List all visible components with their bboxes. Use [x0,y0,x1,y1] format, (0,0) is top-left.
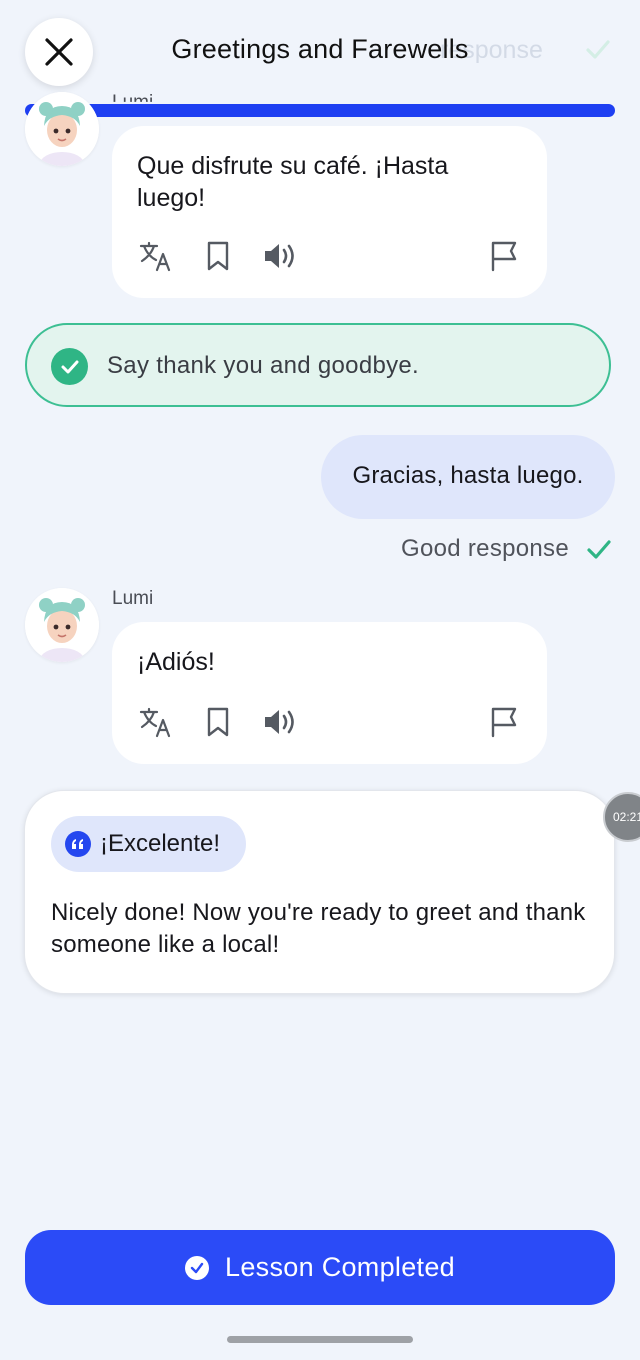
check-circle-icon [185,1255,210,1280]
translate-button[interactable] [136,702,176,742]
task-card: Say thank you and goodbye. [25,323,611,407]
lumi-avatar [25,92,99,166]
lesson-completed-label: Lesson Completed [225,1252,455,1282]
bookmark-button[interactable] [198,702,238,742]
quote-bubble-icon [65,831,91,857]
flag-icon [491,241,517,272]
lumi-avatar-icon [25,588,99,662]
user-message-text: Gracias, hasta luego. [352,462,584,489]
task-complete-icon [51,348,88,385]
check-icon [587,540,611,559]
user-message-bubble: Gracias, hasta luego. [321,435,615,519]
bookmark-button[interactable] [198,236,238,276]
translate-icon [139,241,171,272]
feedback-card: ¡Excelente! Nicely done! Now you're read… [24,790,615,994]
lesson-progress-bar [25,104,615,117]
bot-message-text: Que disfrute su café. ¡Hasta luego! [137,152,449,212]
translate-button[interactable] [136,236,176,276]
lumi-avatar [25,588,99,662]
bot-message-bubble: ¡Adiós! [112,622,547,764]
feedback-badge: ¡Excelente! [51,816,246,872]
bot-message-bubble: Que disfrute su café. ¡Hasta luego! [112,126,547,298]
bookmark-icon [207,707,229,737]
bot-message-text: ¡Adiós! [137,648,215,676]
speaker-button[interactable] [260,236,300,276]
bookmark-icon [207,241,229,271]
task-text: Say thank you and goodbye. [107,352,420,379]
report-button[interactable] [484,702,524,742]
feedback-label: ¡Excelente! [100,830,221,857]
speaker-button[interactable] [260,702,300,742]
report-button[interactable] [484,236,524,276]
flag-icon [491,707,517,738]
translate-icon [139,707,171,738]
lesson-title: Greetings and Farewells [171,34,469,64]
sender-name: Lumi [112,588,154,609]
lumi-avatar-icon [25,92,99,166]
speaker-icon [265,710,294,734]
home-indicator[interactable] [227,1336,413,1343]
response-status: Good response [401,535,570,562]
speaker-icon [265,244,294,268]
feedback-text: Nicely done! Now you're ready to greet a… [51,899,586,958]
lesson-completed-button[interactable]: Lesson Completed [25,1230,615,1305]
